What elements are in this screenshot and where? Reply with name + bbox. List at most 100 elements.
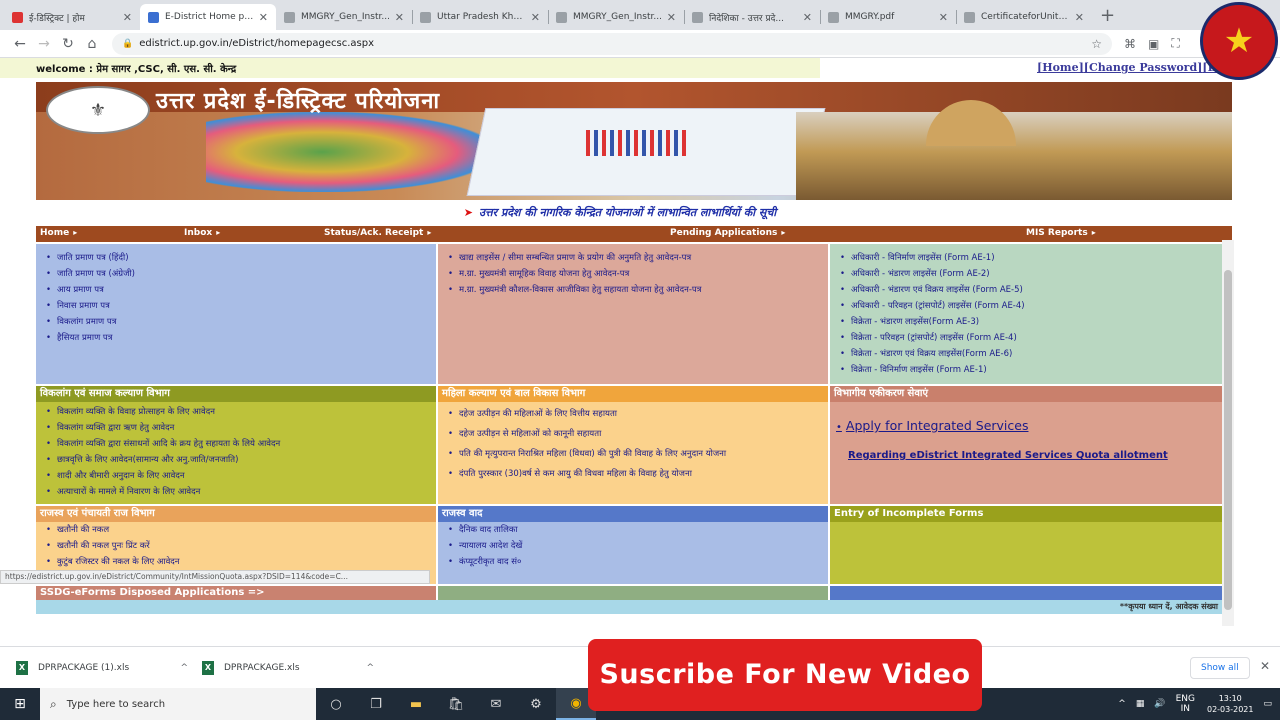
list-item[interactable]: अधिकारी - विनिर्माण लाइसेंस (Form AE-1) <box>840 250 1222 266</box>
list-item[interactable]: विक्रेता - परिवहन (ट्रांसपोर्ट) लाइसेंस … <box>840 330 1222 346</box>
close-tab-icon[interactable]: ✕ <box>803 11 812 24</box>
globe-icon <box>420 11 431 23</box>
menu-mis-reports[interactable]: MIS Reports <box>1026 228 1096 238</box>
close-tab-icon[interactable]: ✕ <box>939 11 948 24</box>
list-item[interactable]: म.ग्रा. मुख्यमंत्री कौशल-विकास आजीविका ह… <box>448 282 828 298</box>
windows-start-icon[interactable]: ⊞ <box>0 688 40 720</box>
volume-icon[interactable]: 🔊 <box>1154 699 1165 709</box>
section-header-incomplete-forms[interactable]: Entry of Incomplete Forms <box>830 506 1222 522</box>
list-item[interactable]: विक्रेता - भंडारण लाइसेंस(Form AE-3) <box>840 314 1222 330</box>
list-item[interactable]: न्यायालय आदेश देखें <box>448 538 828 554</box>
browser-tab[interactable]: Uttar Pradesh Khad... ✕ <box>412 4 548 30</box>
browser-tab[interactable]: MMGRY_Gen_Instr... ✕ <box>276 4 412 30</box>
list-item[interactable]: अधिकारी - भंडारण लाइसेंस (Form AE-2) <box>840 266 1222 282</box>
browser-tab[interactable]: MMGRY.pdf ✕ <box>820 4 956 30</box>
search-icon: ⌕ <box>50 696 57 711</box>
mail-icon[interactable]: ✉ <box>476 688 516 720</box>
browser-tab[interactable]: CertificateforUnitL... ✕ <box>956 4 1092 30</box>
download-item[interactable]: X DPRPACKAGE.xls ^ <box>202 660 388 675</box>
beneficiary-list-link[interactable]: ➤ उत्तर प्रदेश की नागरिक केन्द्रित योजनाओ… <box>0 205 1240 221</box>
show-all-button[interactable]: Show all <box>1190 657 1250 679</box>
list-item[interactable]: अधिकारी - परिवहन (ट्रांसपोर्ट) लाइसेंस (… <box>840 298 1222 314</box>
close-icon[interactable]: ✕ <box>1260 659 1270 673</box>
list-item[interactable]: विकलांग व्यक्ति के विवाह प्रोत्साहन के ल… <box>46 404 436 420</box>
list-item[interactable]: शादी और बीमारी अनुदान के लिए आवेदन <box>46 468 436 484</box>
list-item[interactable]: विक्रेता - विनिर्माण लाइसेंस (Form AE-1) <box>840 362 1222 378</box>
list-item[interactable]: विकलांग व्यक्ति द्वारा ऋण हेतु आवेदन <box>46 420 436 436</box>
list-item[interactable]: म.ग्रा. मुख्यमंत्री सामूहिक विवाह योजना … <box>448 266 828 282</box>
ssdg-disposed-link[interactable]: SSDG-eForms Disposed Applications => <box>36 586 436 600</box>
task-view-icon[interactable]: ❐ <box>356 688 396 720</box>
close-tab-icon[interactable]: ✕ <box>667 11 676 24</box>
menu-inbox[interactable]: Inbox <box>184 228 220 238</box>
list-item[interactable]: कुटुंब रजिस्टर की नकल के लिए आवेदन <box>46 554 436 570</box>
clock[interactable]: 13:10 02-03-2021 <box>1207 693 1254 715</box>
scrollbar-thumb[interactable] <box>1224 270 1232 610</box>
list-item[interactable]: विकलांग प्रमाण पत्र <box>46 314 436 330</box>
back-icon[interactable]: ← <box>8 36 32 52</box>
lock-icon[interactable]: 🔒 <box>122 39 133 49</box>
menu-status-receipt[interactable]: Status/Ack. Receipt <box>324 228 431 238</box>
list-item[interactable]: कंप्यूटरीकृत वाद सं० <box>448 554 828 570</box>
store-icon[interactable]: 🛍 <box>436 688 476 720</box>
close-tab-icon[interactable]: ✕ <box>123 11 132 24</box>
reload-icon[interactable]: ↻ <box>56 36 80 52</box>
list-item[interactable]: निवास प्रमाण पत्र <box>46 298 436 314</box>
download-item[interactable]: X DPRPACKAGE (1).xls ^ <box>16 660 202 675</box>
taskbar-search-input[interactable]: ⌕ Type here to search <box>40 688 316 720</box>
menu-home[interactable]: Home <box>40 228 77 238</box>
apply-integrated-services-link[interactable]: • Apply for Integrated Services <box>836 418 1028 433</box>
list-item[interactable]: दहेज उत्पीड़न से महिलाओं को कानूनी सहायत… <box>448 424 828 444</box>
file-explorer-icon[interactable]: ▬ <box>396 688 436 720</box>
list-item[interactable]: अत्याचारों के मामले में निवारण के लिए आव… <box>46 484 436 500</box>
app-icon[interactable]: ⚙ <box>516 688 556 720</box>
list-item[interactable]: छात्रवृत्ति के लिए आवेदन(सामान्य और अनु.… <box>46 452 436 468</box>
list-item[interactable]: पति की मृत्युपरान्त निराश्रित महिला (विध… <box>448 444 828 464</box>
language-indicator[interactable]: ENG IN <box>1176 694 1195 714</box>
chevron-up-icon[interactable]: ^ <box>1118 699 1126 709</box>
close-tab-icon[interactable]: ✕ <box>531 11 540 24</box>
list-item[interactable]: दैनिक वाद तालिका <box>448 522 828 538</box>
forward-icon[interactable]: → <box>32 36 56 52</box>
list-item[interactable]: दंपति पुरस्कार (30)वर्ष से कम आयु की विध… <box>448 464 828 484</box>
chevron-up-icon[interactable]: ^ <box>366 663 374 673</box>
list-item[interactable]: खाद्य लाइसेंस / सीमा सम्बन्धित प्रमाण के… <box>448 250 828 266</box>
browser-tab[interactable]: ई-डिस्ट्रिक्ट | होम ✕ <box>4 4 140 30</box>
list-item[interactable]: आय प्रमाण पत्र <box>46 282 436 298</box>
home-link[interactable]: [Home] <box>1037 61 1084 74</box>
excise-forms-panel: अधिकारी - विनिर्माण लाइसेंस (Form AE-1) … <box>830 244 1222 384</box>
list-item[interactable]: जाति प्रमाण पत्र (हिंदी) <box>46 250 436 266</box>
home-icon[interactable]: ⌂ <box>80 36 104 52</box>
list-item[interactable]: दहेज उत्पीड़न की महिलाओं के लिए वित्तीय … <box>448 404 828 424</box>
close-tab-icon[interactable]: ✕ <box>1075 11 1084 24</box>
notifications-icon[interactable]: ▭ <box>1263 699 1272 709</box>
browser-tab[interactable]: निदेशिका - उत्तर प्रदे... ✕ <box>684 4 820 30</box>
globe-icon <box>556 11 567 23</box>
list-item[interactable]: विकलांग व्यक्ति द्वारा संसाधनों आदि के क… <box>46 436 436 452</box>
close-tab-icon[interactable]: ✕ <box>395 11 404 24</box>
list-item[interactable]: हैसियत प्रमाण पत्र <box>46 330 436 346</box>
new-tab-icon[interactable]: + <box>1100 5 1115 26</box>
change-password-link[interactable]: [Change Password] <box>1084 61 1203 74</box>
list-item[interactable]: जाति प्रमाण पत्र (अंग्रेजी) <box>46 266 436 282</box>
page-scrollbar[interactable] <box>1222 240 1234 626</box>
list-item[interactable]: विक्रेता - भंडारण एवं विक्रय लाइसेंस(For… <box>840 346 1222 362</box>
browser-toolbar: ← → ↻ ⌂ 🔒 edistrict.up.gov.in/eDistrict/… <box>0 30 1280 58</box>
network-icon[interactable]: ▦ <box>1136 699 1145 709</box>
list-item[interactable]: अधिकारी - भंडारण एवं विक्रय लाइसेंस (For… <box>840 282 1222 298</box>
chevron-up-icon[interactable]: ^ <box>180 663 188 673</box>
bookmark-star-icon[interactable]: ☆ <box>1091 37 1102 51</box>
list-item[interactable]: खतौनी की नकल <box>46 522 436 538</box>
extensions-icon[interactable]: ▣ <box>1148 37 1159 51</box>
cortana-icon[interactable]: ○ <box>316 688 356 720</box>
viklang-services-panel: विकलांग व्यक्ति के विवाह प्रोत्साहन के ल… <box>36 402 436 504</box>
browser-tab-active[interactable]: E-District Home pa... ✕ <box>140 4 276 30</box>
fullscreen-icon[interactable]: ⛶ <box>1171 36 1179 51</box>
list-item[interactable]: खतौनी की नकल पुनः प्रिंट करें <box>46 538 436 554</box>
browser-tab[interactable]: MMGRY_Gen_Instr... ✕ <box>548 4 684 30</box>
menu-pending-applications[interactable]: Pending Applications <box>670 228 785 238</box>
translate-icon[interactable]: ⌘ <box>1124 37 1136 51</box>
close-tab-icon[interactable]: ✕ <box>259 11 268 24</box>
quota-allotment-link[interactable]: Regarding eDistrict Integrated Services … <box>848 450 1168 461</box>
address-bar[interactable]: 🔒 edistrict.up.gov.in/eDistrict/homepage… <box>112 32 1112 55</box>
